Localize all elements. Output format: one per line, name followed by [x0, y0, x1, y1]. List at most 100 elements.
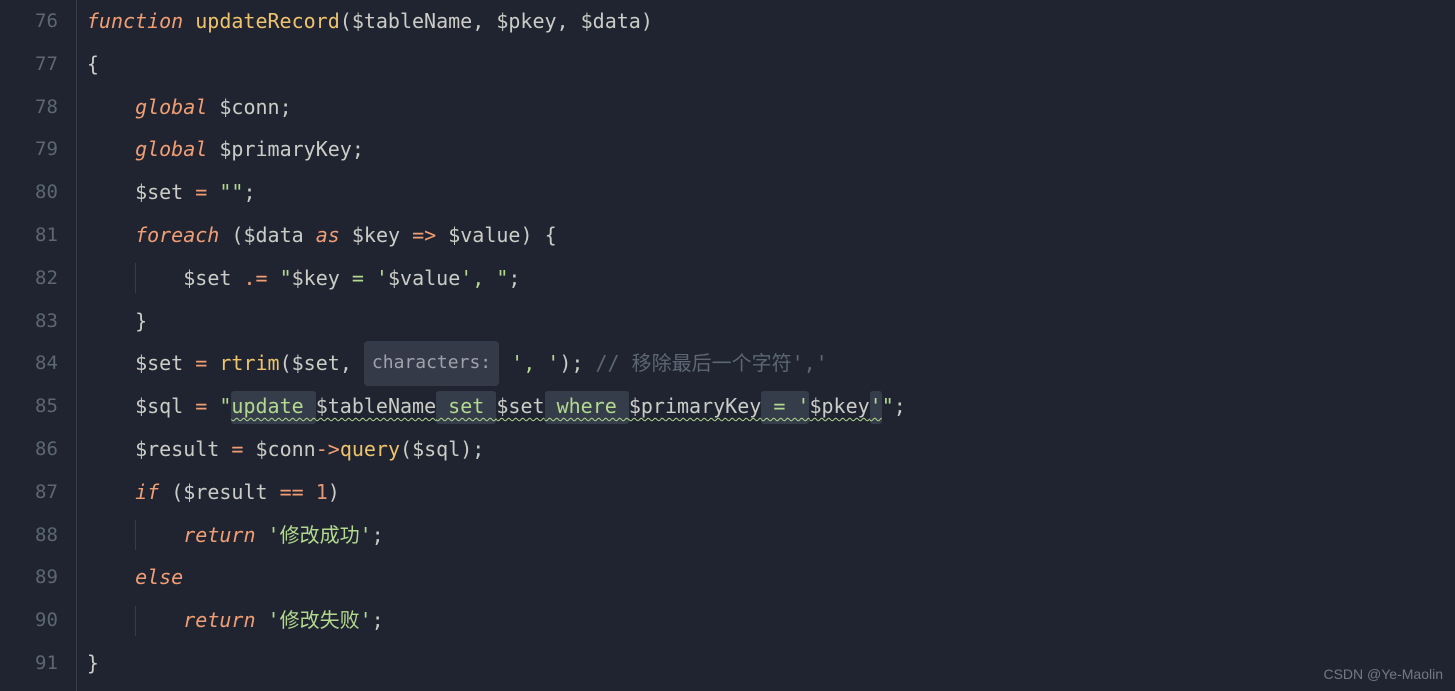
string-quote: " — [496, 257, 508, 300]
var-conn: $conn — [256, 428, 316, 471]
var-set-arg: $set — [292, 342, 340, 385]
code-line[interactable]: return '修改失败'; — [87, 599, 1455, 642]
sql-keyword-update: update — [231, 385, 315, 428]
sql-keyword-where: where — [545, 385, 629, 428]
line-number: 78 — [35, 86, 58, 129]
code-line[interactable]: foreach ($data as $key => $value) { — [87, 214, 1455, 257]
keyword-else: else — [135, 556, 183, 599]
line-number: 80 — [35, 171, 58, 214]
line-number: 84 — [35, 342, 58, 385]
var-set: $set — [183, 257, 231, 300]
keyword-foreach: foreach — [135, 214, 219, 257]
var-sql-arg: $sql — [412, 428, 460, 471]
line-number: 76 — [35, 0, 58, 43]
var-set: $set — [135, 171, 183, 214]
op-eq: == — [280, 471, 304, 514]
line-number: 85 — [35, 385, 58, 428]
brace-open: { — [545, 214, 557, 257]
brace-close: } — [87, 642, 99, 685]
var-sql: $sql — [135, 385, 183, 428]
line-number: 87 — [35, 471, 58, 514]
param-data: $data — [581, 0, 641, 43]
string-part: = ' — [340, 257, 388, 300]
keyword-return: return — [183, 599, 255, 642]
code-line[interactable]: $set = rtrim($set, characters: ', '); //… — [87, 342, 1455, 385]
op-assign: = — [195, 171, 207, 214]
string-quote: " — [882, 385, 894, 428]
code-line[interactable]: } — [87, 642, 1455, 685]
code-line[interactable]: $result = $conn->query($sql); — [87, 428, 1455, 471]
code-line[interactable]: $set = ""; — [87, 171, 1455, 214]
code-line[interactable]: } — [87, 300, 1455, 343]
keyword-as: as — [316, 214, 340, 257]
param-tablename: $tableName — [352, 0, 472, 43]
var-value: $value — [448, 214, 520, 257]
line-number: 86 — [35, 428, 58, 471]
op-assign: = — [195, 385, 207, 428]
keyword-global: global — [135, 86, 207, 129]
method-query: query — [340, 428, 400, 471]
op-doublearrow: => — [412, 214, 436, 257]
op-concat-assign: .= — [243, 257, 267, 300]
brace-close: } — [135, 300, 147, 343]
code-line[interactable]: $sql = "update $tableName set $set where… — [87, 385, 1455, 428]
code-line[interactable]: global $conn; — [87, 86, 1455, 129]
string-var-value: $value — [388, 257, 460, 300]
sql-keyword-set: set — [436, 385, 496, 428]
line-number: 89 — [35, 556, 58, 599]
line-number: 81 — [35, 214, 58, 257]
function-name: updateRecord — [195, 0, 340, 43]
fn-rtrim: rtrim — [219, 342, 279, 385]
keyword-function: function — [87, 0, 183, 43]
keyword-if: if — [135, 471, 159, 514]
op-arrow: -> — [316, 428, 340, 471]
parameter-hint: characters: — [364, 341, 499, 386]
string-success: '修改成功' — [268, 514, 372, 557]
string-quote: " — [280, 257, 292, 300]
sql-end-quote: ' — [870, 385, 882, 428]
code-line[interactable]: function updateRecord($tableName, $pkey,… — [87, 0, 1455, 43]
code-line[interactable]: $set .= "$key = '$value', "; — [87, 257, 1455, 300]
var-set-in-str: $set — [496, 385, 544, 428]
watermark: CSDN @Ye-Maolin — [1323, 664, 1443, 685]
var-set: $set — [135, 342, 183, 385]
var-key: $key — [352, 214, 400, 257]
line-number: 82 — [35, 257, 58, 300]
keyword-global: global — [135, 128, 207, 171]
var-tablename-in-str: $tableName — [316, 385, 436, 428]
line-number: 90 — [35, 599, 58, 642]
string-part: ', — [460, 257, 496, 300]
string-fail: '修改失败' — [268, 599, 372, 642]
code-line[interactable]: { — [87, 43, 1455, 86]
var-conn: $conn — [219, 86, 279, 129]
code-line[interactable]: global $primaryKey; — [87, 128, 1455, 171]
op-assign: = — [195, 342, 207, 385]
var-primarykey: $primaryKey — [219, 128, 351, 171]
var-result: $result — [183, 471, 267, 514]
var-pkey-in-str: $pkey — [809, 385, 869, 428]
line-number: 77 — [35, 43, 58, 86]
var-result: $result — [135, 428, 219, 471]
string-var-key: $key — [292, 257, 340, 300]
string-chars: ', ' — [511, 342, 559, 385]
code-line[interactable]: if ($result == 1) — [87, 471, 1455, 514]
var-primarykey-in-str: $primaryKey — [629, 385, 761, 428]
line-number: 88 — [35, 514, 58, 557]
code-line[interactable]: else — [87, 556, 1455, 599]
brace-open: { — [87, 43, 99, 86]
comment: // 移除最后一个字符',' — [595, 342, 827, 385]
keyword-return: return — [183, 514, 255, 557]
code-area[interactable]: function updateRecord($tableName, $pkey,… — [76, 0, 1455, 691]
string-quote: " — [219, 385, 231, 428]
line-number: 79 — [35, 128, 58, 171]
sql-eq: = ' — [761, 385, 809, 428]
line-number: 91 — [35, 642, 58, 685]
line-number: 83 — [35, 300, 58, 343]
code-editor[interactable]: 76 77 78 79 80 81 82 83 84 85 86 87 88 8… — [0, 0, 1455, 691]
param-pkey: $pkey — [496, 0, 556, 43]
number-one: 1 — [316, 471, 328, 514]
op-assign: = — [231, 428, 243, 471]
line-number-gutter: 76 77 78 79 80 81 82 83 84 85 86 87 88 8… — [0, 0, 76, 691]
code-line[interactable]: return '修改成功'; — [87, 514, 1455, 557]
var-data: $data — [243, 214, 303, 257]
